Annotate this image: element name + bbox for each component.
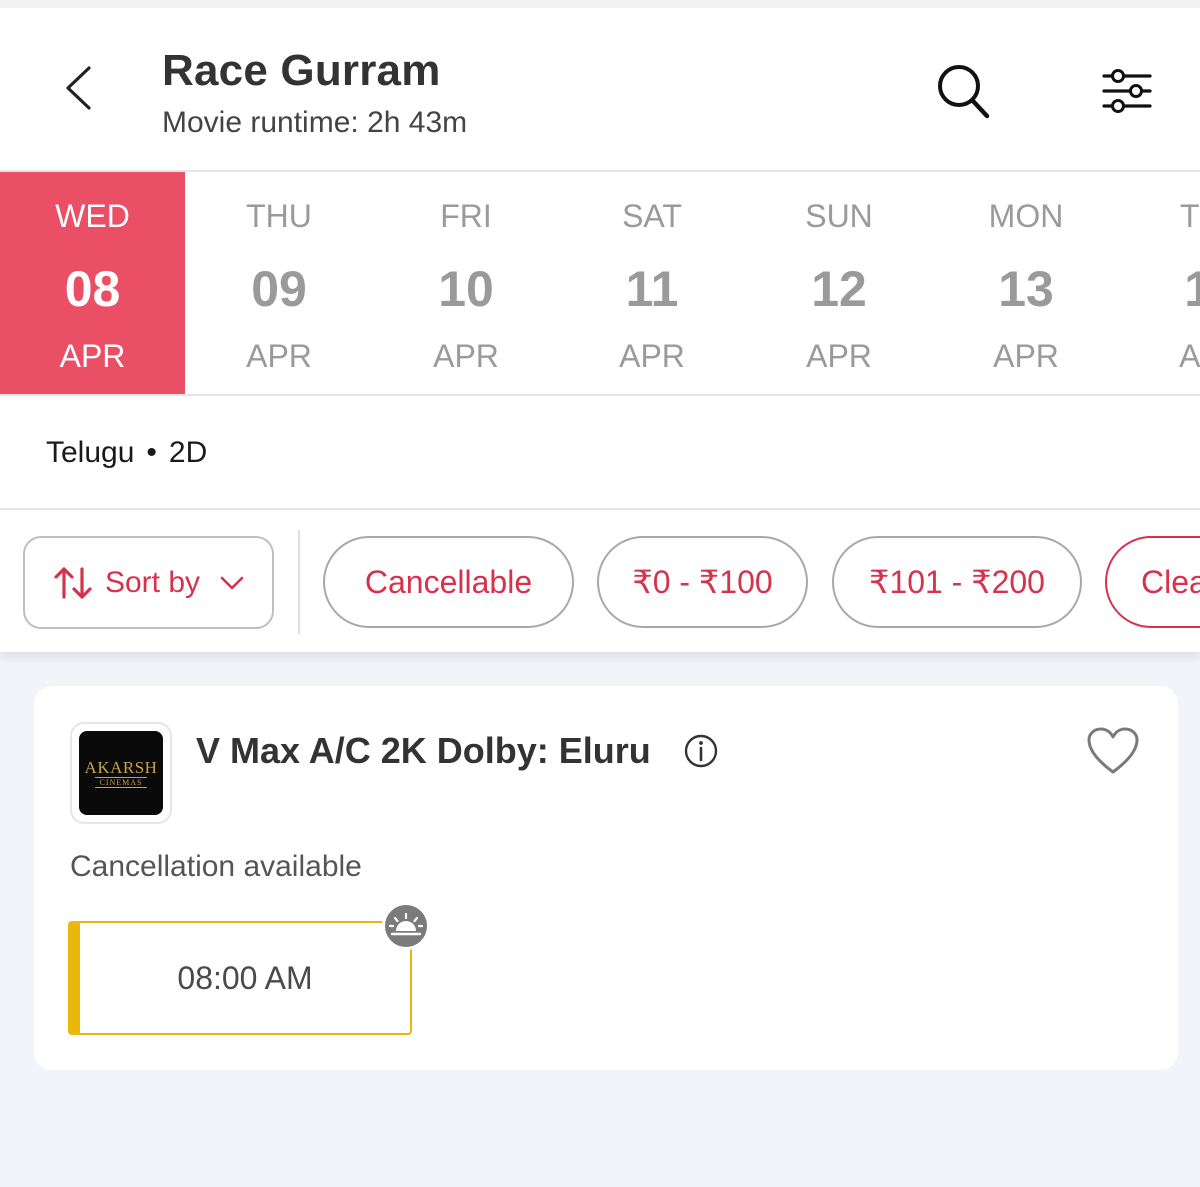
date-day: 08 bbox=[64, 261, 121, 317]
date-dow: WED bbox=[55, 198, 130, 234]
chip-price-101-200[interactable]: ₹101 - ₹200 bbox=[832, 536, 1082, 628]
sort-by-label: Sort by bbox=[104, 565, 201, 599]
separator-dot: • bbox=[146, 436, 157, 469]
page-title: Race Gurram bbox=[162, 46, 441, 95]
date-item-sat-11[interactable]: SAT 11 APR bbox=[559, 172, 745, 394]
date-month: APR bbox=[993, 338, 1059, 374]
date-dow: FRI bbox=[440, 198, 492, 234]
cancellation-note: Cancellation available bbox=[70, 850, 362, 883]
date-item-wed-08[interactable]: WED 08 APR bbox=[0, 172, 185, 394]
chips-divider bbox=[298, 530, 300, 634]
chip-clear[interactable]: Clear bbox=[1105, 536, 1200, 628]
format-bar: Telugu • 2D bbox=[0, 396, 1200, 510]
date-month: APR bbox=[806, 338, 872, 374]
dimension-label: 2D bbox=[168, 436, 208, 469]
sort-arrows-icon bbox=[54, 566, 92, 599]
date-item-tue-14[interactable]: TUE 14 APR bbox=[1119, 172, 1200, 394]
date-item-thu-09[interactable]: THU 09 APR bbox=[186, 172, 372, 394]
cinema-card: AKARSH CINEMAS V Max A/C 2K Dolby: Eluru… bbox=[34, 686, 1178, 1070]
date-item-sun-12[interactable]: SUN 12 APR bbox=[746, 172, 932, 394]
heart-icon[interactable] bbox=[1086, 726, 1140, 776]
chip-price-0-100[interactable]: ₹0 - ₹100 bbox=[597, 536, 808, 628]
logo-sub-text: CINEMAS bbox=[95, 776, 147, 788]
sort-by-button[interactable]: Sort by bbox=[23, 536, 274, 629]
movie-runtime: Movie runtime: 2h 43m bbox=[162, 106, 468, 139]
logo-brand-text: AKARSH bbox=[84, 757, 158, 777]
date-dow: TUE bbox=[1180, 198, 1200, 234]
filter-button[interactable] bbox=[1092, 56, 1162, 126]
date-day: 10 bbox=[438, 261, 494, 317]
date-item-fri-10[interactable]: FRI 10 APR bbox=[373, 172, 559, 394]
date-day: 09 bbox=[251, 261, 307, 317]
date-dow: MON bbox=[988, 198, 1064, 234]
date-month: APR bbox=[1179, 338, 1200, 374]
showtime-button[interactable]: 08:00 AM bbox=[68, 921, 412, 1035]
language-label: Telugu bbox=[46, 436, 135, 469]
date-day: 11 bbox=[625, 261, 679, 317]
date-month: APR bbox=[59, 338, 126, 374]
cinema-name[interactable]: V Max A/C 2K Dolby: Eluru bbox=[196, 730, 651, 772]
status-strip bbox=[0, 0, 1200, 8]
info-icon[interactable] bbox=[684, 734, 718, 768]
date-selector: WED 08 APR THU 09 APR FRI 10 APR SAT 11 … bbox=[0, 170, 1200, 396]
search-icon bbox=[938, 65, 990, 119]
back-button[interactable] bbox=[50, 58, 106, 118]
format-info: Telugu • 2D bbox=[46, 436, 207, 470]
date-day: 13 bbox=[998, 261, 1054, 317]
sunrise-glyph bbox=[389, 913, 423, 936]
sunrise-icon bbox=[382, 902, 430, 950]
date-dow: SUN bbox=[805, 198, 873, 234]
header: Race Gurram Movie runtime: 2h 43m bbox=[0, 8, 1200, 170]
cinema-logo: AKARSH CINEMAS bbox=[70, 722, 172, 824]
filter-sliders-icon bbox=[1102, 69, 1152, 113]
chip-cancellable[interactable]: Cancellable bbox=[323, 536, 574, 628]
date-month: APR bbox=[246, 338, 312, 374]
date-dow: THU bbox=[246, 198, 312, 234]
date-item-mon-13[interactable]: MON 13 APR bbox=[933, 172, 1119, 394]
date-day: 14 bbox=[1119, 260, 1200, 318]
filter-chips-bar: Sort by Cancellable ₹0 - ₹100 ₹101 - ₹20… bbox=[0, 510, 1200, 652]
date-day: 12 bbox=[811, 261, 867, 317]
chevron-left-icon bbox=[66, 66, 91, 110]
date-month: APR bbox=[433, 338, 499, 374]
date-month: APR bbox=[619, 338, 685, 374]
chevron-down-icon bbox=[220, 576, 244, 589]
cinema-logo-image: AKARSH CINEMAS bbox=[79, 731, 163, 815]
date-dow: SAT bbox=[622, 198, 682, 234]
search-button[interactable] bbox=[928, 56, 998, 126]
